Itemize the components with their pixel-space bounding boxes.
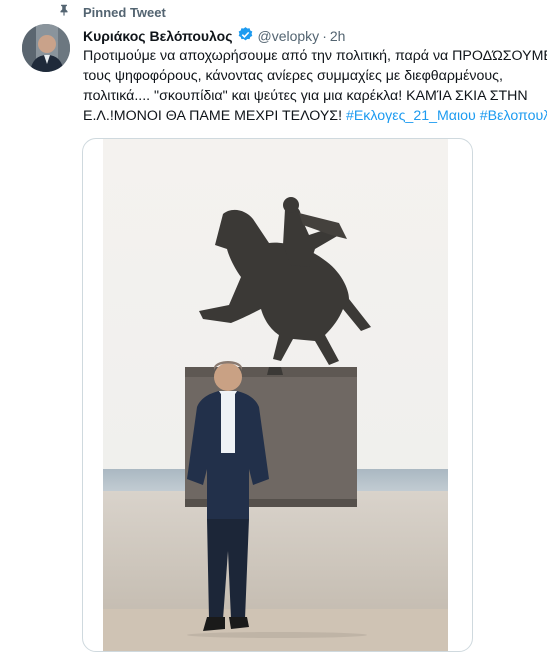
tweet-line-4: Ε.Λ.!ΜΟΝΟΙ ΘΑ ΠΑΜΕ ΜΕΧΡΙ ΤΕΛΟΥΣ! #Εκλογε… [83, 106, 547, 126]
pinned-label: Pinned Tweet [83, 5, 166, 20]
separator-dot: · [322, 28, 327, 44]
hashtag-link[interactable]: #Εκλογες_21_Μαιου [346, 108, 476, 124]
avatar[interactable] [22, 24, 70, 72]
tweet-line-4-text: Ε.Λ.!ΜΟΝΟΙ ΘΑ ΠΑΜΕ ΜΕΧΡΙ ΤΕΛΟΥΣ! [83, 108, 346, 124]
author-row: Κυριάκος Βελόπουλος @velopky · 2h [83, 26, 345, 46]
tweet-timestamp[interactable]: 2h [330, 28, 346, 44]
tweet-line-3: πολιτικά.... "σκουπίδια" και ψεύτες για … [83, 88, 528, 104]
author-handle[interactable]: @velopky [258, 28, 320, 44]
author-name[interactable]: Κυριάκος Βελόπουλος [83, 28, 233, 44]
verified-badge-icon [233, 26, 254, 46]
tweet-text: Προτιμούμε να αποχωρήσουμε από την πολιτ… [83, 46, 547, 126]
tweet-photo[interactable] [103, 139, 448, 651]
hashtag-link[interactable]: #Βελοπουλος [480, 108, 547, 124]
tweet-media[interactable] [82, 138, 473, 652]
tweet-line-1: Προτιμούμε να αποχωρήσουμε από την πολιτ… [83, 48, 547, 64]
pinned-header [57, 3, 71, 21]
pin-icon [57, 3, 71, 22]
tweet-line-2: τους ψηφοφόρους, κάνοντας ανίερες συμμαχ… [83, 68, 503, 84]
